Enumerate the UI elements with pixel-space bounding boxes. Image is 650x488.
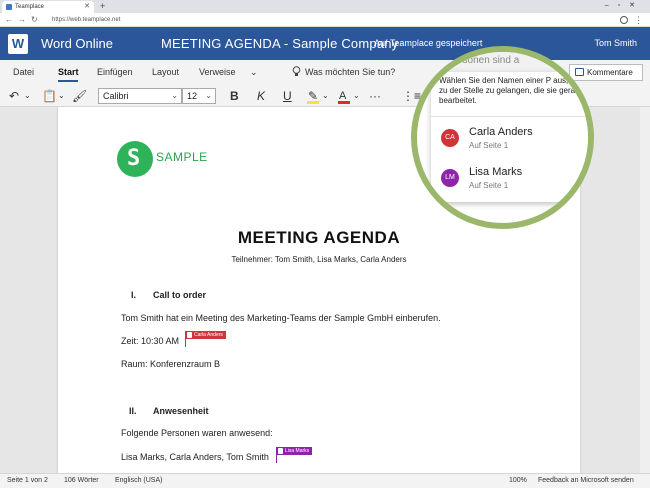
section-1-paragraph-2[interactable]: Zeit: 10:30 AM [121,336,179,346]
underline-button[interactable]: U [283,88,292,104]
section-1-heading[interactable]: Call to order [153,290,206,300]
sample-logo-icon: S [117,141,153,177]
presence-panel: Wählen Sie den Namen einer P aus, um zu … [431,72,588,202]
avatar: LM [441,169,459,187]
zoom-level[interactable]: 100% [509,474,527,488]
italic-button[interactable]: K [257,88,265,104]
tab-datei[interactable]: Datei [13,67,34,77]
presence-user-name: Carla Anders [469,126,533,138]
presence-help-text: Wählen Sie den Namen einer P aus, um zu … [439,76,584,105]
more-tabs-chevron-icon[interactable]: ⌄ [250,67,258,78]
tab-start[interactable]: Start [58,67,79,77]
undo-dropdown-chevron-icon[interactable]: ⌄ [24,88,31,104]
format-painter-icon[interactable]: 🖌 [72,88,87,104]
font-color-swatch [338,101,350,104]
status-bar: Seite 1 von 2 106 Wörter Englisch (USA) … [0,473,650,488]
font-family-select[interactable]: Calibri ⌄ [98,88,182,104]
presence-user-page: Auf Seite 1 [469,181,509,190]
teamplace-favicon-icon [6,4,12,10]
sample-logo-text: SAMPLE [156,150,208,164]
user-name[interactable]: Tom Smith [594,38,637,48]
highlight-dropdown-chevron-icon[interactable]: ⌄ [322,88,329,104]
language[interactable]: Englisch (USA) [115,474,162,488]
comments-label: Kommentare [587,68,633,77]
font-size-chevron-icon: ⌄ [205,91,212,100]
document-heading[interactable]: MEETING AGENDA [58,228,580,248]
browser-tabbar: Teamplace ✕ + –▫✕ [0,0,650,13]
document-title[interactable]: MEETING AGENDA - Sample Company [161,36,398,51]
font-size-value: 12 [187,91,198,101]
saved-status: Auf Teamplace gespeichert [374,38,483,48]
word-logo-icon[interactable]: W [8,34,28,54]
sample-logo-mark: S [127,146,141,171]
tab-einfuegen[interactable]: Einfügen [97,67,133,77]
person-icon [187,332,192,338]
tab-verweise[interactable]: Verweise [199,67,236,77]
bold-button[interactable]: B [230,88,239,104]
clipboard-dropdown-chevron-icon[interactable]: ⌄ [58,88,65,104]
vertical-scrollbar[interactable] [640,107,650,473]
carla-cursor-tag[interactable]: Carla Anders [185,331,226,339]
section-1-paragraph-1[interactable]: Tom Smith hat ein Meeting des Marketing-… [121,313,441,323]
section-1-number: I. [131,290,137,300]
browser-tab[interactable]: Teamplace ✕ [2,1,94,13]
participants-line[interactable]: Teilnehmer: Tom Smith, Lisa Marks, Carla… [58,255,580,264]
section-2-paragraph-1[interactable]: Folgende Personen waren anwesend: [121,428,273,438]
font-size-select[interactable]: 12 ⌄ [182,88,216,104]
more-options-icon[interactable]: ··· [369,88,381,104]
address-bar: ←→↻ https://web.teamplace.net ⋮ [0,13,650,27]
carla-cursor-name: Carla Anders [194,332,223,338]
lisa-cursor-name: Lisa Marks [285,448,310,454]
tell-me-search[interactable]: Was möchten Sie tun? [305,67,395,77]
font-color-dropdown-chevron-icon[interactable]: ⌄ [353,88,360,104]
section-2-number: II. [129,406,137,416]
avatar: CA [441,129,459,147]
navigation-buttons[interactable]: ←→↻ [5,13,43,27]
active-tab-indicator [58,80,78,82]
section-2-paragraph-2[interactable]: Lisa Marks, Carla Anders, Tom Smith [121,452,269,462]
zoom-callout: Personen sind a Wählen Sie den Namen ein… [411,46,594,229]
presence-header-hint: Personen sind a [447,55,520,66]
url-field[interactable]: https://web.teamplace.net [46,15,606,25]
presence-user-lisa[interactable]: LM Lisa Marks Auf Seite 1 [431,160,588,198]
section-1-paragraph-3[interactable]: Raum: Konferenzraum B [121,359,220,369]
page-count: Seite 1 von 2 [7,477,48,484]
word-count: 106 Wörter [64,477,99,484]
feedback-link[interactable]: Feedback an Microsoft senden [538,474,634,488]
divider [431,116,588,117]
profile-icon[interactable] [620,16,628,24]
new-tab-button[interactable]: + [100,0,105,12]
highlight-color-swatch [307,101,319,104]
browser-menu-icon[interactable]: ⋮ [634,13,643,27]
lightbulb-icon [292,66,301,76]
presence-user-page: Auf Seite 1 [469,141,509,150]
person-icon [278,448,283,454]
lisa-cursor-tag[interactable]: Lisa Marks [276,447,313,455]
presence-user-carla[interactable]: CA Carla Anders Auf Seite 1 [431,120,588,158]
window-controls[interactable]: –▫✕ [605,0,644,12]
clipboard-icon[interactable]: 📋 [42,88,57,104]
font-family-value: Calibri [103,91,129,101]
app-name[interactable]: Word Online [41,36,113,51]
tab-layout[interactable]: Layout [152,67,179,77]
font-family-chevron-icon: ⌄ [171,91,178,100]
browser-tab-title: Teamplace [15,4,45,10]
close-tab-icon[interactable]: ✕ [84,1,90,13]
section-2-heading[interactable]: Anwesenheit [153,406,209,416]
undo-icon[interactable]: ↶ [9,88,19,104]
presence-user-name: Lisa Marks [469,166,523,178]
